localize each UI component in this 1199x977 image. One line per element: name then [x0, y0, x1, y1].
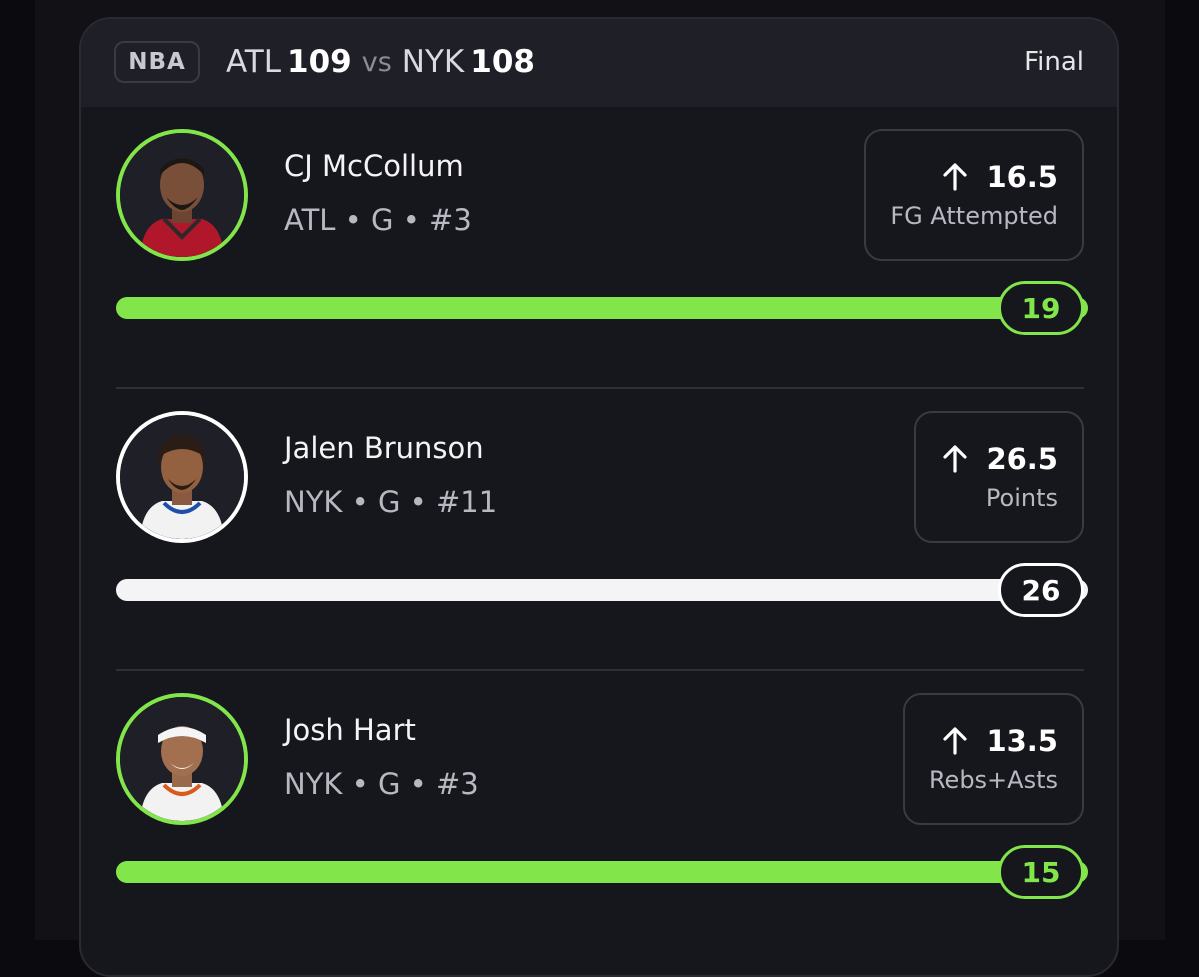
prop-stat: FG Attempted — [890, 202, 1058, 230]
progress-fill — [116, 297, 1088, 319]
game-header: NBA ATL 109 vs NYK 108 Final — [81, 19, 1117, 107]
prop-line-box: 16.5 FG Attempted — [864, 129, 1084, 261]
result-pill: 15 — [998, 845, 1084, 899]
player-meta: ATL • G • #3 — [284, 203, 472, 237]
player-avatar — [116, 129, 248, 261]
prop-line-box: 13.5 Rebs+Asts — [902, 693, 1084, 825]
player-avatar — [116, 693, 248, 825]
progress-track — [116, 579, 1088, 601]
player-meta: NYK • G • #11 — [284, 485, 498, 519]
result-pill: 19 — [998, 281, 1084, 335]
game-status: Final — [1024, 47, 1084, 77]
player-name: CJ McCollum — [284, 149, 464, 183]
prop-stat: Rebs+Asts — [928, 766, 1058, 794]
league-badge: NBA — [114, 41, 200, 83]
player-name: Josh Hart — [284, 713, 416, 747]
player-name: Jalen Brunson — [284, 431, 484, 465]
player-avatar — [116, 411, 248, 543]
arrow-up-icon — [943, 163, 968, 191]
prop-line-value: 13.5 — [986, 724, 1058, 758]
prop-line: 13.5 — [940, 724, 1058, 758]
progress-fill — [116, 579, 1088, 601]
prop-line: 16.5 — [940, 160, 1058, 194]
player-headshot-icon — [120, 697, 244, 821]
player-headshot-icon — [120, 415, 244, 539]
prop-line: 26.5 — [940, 442, 1058, 476]
prop-line-box: 26.5 Points — [914, 411, 1084, 543]
progress-fill — [116, 861, 1088, 883]
home-score: 108 — [470, 44, 535, 80]
player-row[interactable]: Josh Hart NYK • G • #3 13.5 Rebs+Asts 15 — [81, 671, 1117, 953]
progress-track — [116, 861, 1088, 883]
result-pill: 26 — [998, 563, 1084, 617]
prop-line-value: 26.5 — [986, 442, 1058, 476]
arrow-up-icon — [943, 727, 968, 755]
prop-stat: Points — [985, 484, 1058, 512]
prop-line-value: 16.5 — [986, 160, 1058, 194]
vs-label: vs — [361, 46, 392, 78]
game-card: NBA ATL 109 vs NYK 108 Final CJ McCollum… — [79, 17, 1119, 977]
player-headshot-icon — [120, 133, 244, 257]
matchup: ATL 109 vs NYK 108 — [226, 41, 535, 83]
arrow-up-icon — [943, 445, 968, 473]
away-team: ATL — [226, 44, 282, 80]
home-team: NYK — [401, 44, 465, 80]
player-row[interactable]: Jalen Brunson NYK • G • #11 26.5 Points … — [81, 389, 1117, 671]
player-row[interactable]: CJ McCollum ATL • G • #3 16.5 FG Attempt… — [81, 107, 1117, 389]
away-score: 109 — [287, 44, 352, 80]
player-meta: NYK • G • #3 — [284, 767, 479, 801]
progress-track — [116, 297, 1088, 319]
